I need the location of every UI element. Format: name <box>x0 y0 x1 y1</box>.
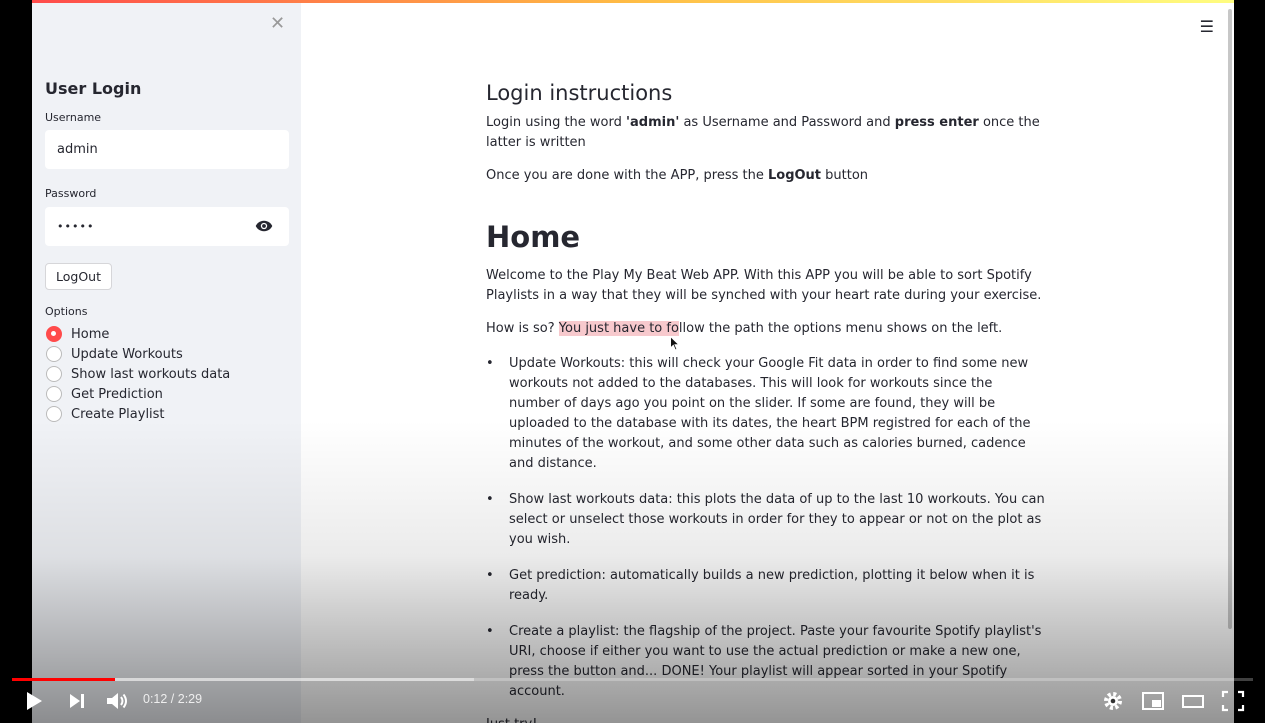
login-instructions-section: Login instructions Login using the word … <box>486 79 1046 186</box>
radio-option-show-last-workouts[interactable]: Show last workouts data <box>46 366 230 382</box>
radio-unselected-icon <box>46 386 62 402</box>
logout-button[interactable]: LogOut <box>45 263 112 290</box>
password-value: ••••• <box>57 220 95 233</box>
list-item: Update Workouts: this will check your Go… <box>486 354 1046 474</box>
radio-label: Home <box>71 326 110 342</box>
close-sidebar-icon[interactable]: ✕ <box>270 13 285 34</box>
home-heading: Home <box>486 220 581 254</box>
miniplayer-icon[interactable] <box>1140 688 1166 714</box>
list-item: Create a playlist: the flagship of the p… <box>486 622 1046 702</box>
radio-unselected-icon <box>46 406 62 422</box>
radio-option-home[interactable]: Home <box>46 326 109 342</box>
list-item: Get prediction: automatically builds a n… <box>486 566 1046 606</box>
login-instructions-heading: Login instructions <box>486 81 673 105</box>
radio-selected-icon <box>46 326 62 342</box>
radio-label: Show last workouts data <box>71 366 231 382</box>
streamlit-app-frame: ✕ User Login Username admin Password •••… <box>32 0 1234 723</box>
radio-option-get-prediction[interactable]: Get Prediction <box>46 386 163 402</box>
password-input[interactable]: ••••• <box>45 207 289 246</box>
next-icon[interactable] <box>64 688 90 714</box>
fullscreen-icon[interactable] <box>1220 688 1246 714</box>
radio-unselected-icon <box>46 346 62 362</box>
list-item: Show last workouts data: this plots the … <box>486 490 1046 550</box>
eye-icon[interactable] <box>255 219 273 233</box>
main-content: ☰ Login instructions Login using the wor… <box>301 3 1234 723</box>
logout-instructions-text: Once you are done with the APP, press th… <box>486 168 869 183</box>
home-howto-text: How is so? You just have to follow the p… <box>486 321 1003 336</box>
scrollbar[interactable] <box>1228 9 1232 629</box>
radio-unselected-icon <box>46 366 62 382</box>
video-progress-bar[interactable] <box>12 678 1253 681</box>
radio-option-update-workouts[interactable]: Update Workouts <box>46 346 183 362</box>
sidebar: ✕ User Login Username admin Password •••… <box>32 3 301 723</box>
sidebar-title: User Login <box>45 79 142 98</box>
progress-played <box>12 678 115 681</box>
radio-label: Update Workouts <box>71 346 183 362</box>
radio-option-create-playlist[interactable]: Create Playlist <box>46 406 165 422</box>
just-try-text: Just try! <box>486 715 1046 723</box>
video-player[interactable]: ✕ User Login Username admin Password •••… <box>0 0 1265 723</box>
settings-gear-icon[interactable] <box>1100 688 1126 714</box>
radio-label: Create Playlist <box>71 406 165 422</box>
home-section: Home Welcome to the Play My Beat Web APP… <box>486 219 1046 723</box>
mouse-cursor-icon <box>670 336 680 351</box>
radio-label: Get Prediction <box>71 386 163 402</box>
time-display: 0:12 / 2:29 <box>143 692 203 706</box>
password-label: Password <box>45 187 97 200</box>
username-label: Username <box>45 111 102 124</box>
theater-mode-icon[interactable] <box>1180 688 1206 714</box>
play-icon[interactable] <box>21 688 47 714</box>
feature-list: Update Workouts: this will check your Go… <box>486 354 1046 702</box>
volume-icon[interactable] <box>104 688 130 714</box>
username-value: admin <box>57 142 98 157</box>
hamburger-menu-icon[interactable]: ☰ <box>1200 17 1214 36</box>
username-input[interactable]: admin <box>45 130 289 169</box>
options-label: Options <box>45 305 88 318</box>
login-instructions-text: Login using the word 'admin' as Username… <box>486 115 1040 150</box>
home-welcome-text: Welcome to the Play My Beat Web APP. Wit… <box>486 268 1042 303</box>
